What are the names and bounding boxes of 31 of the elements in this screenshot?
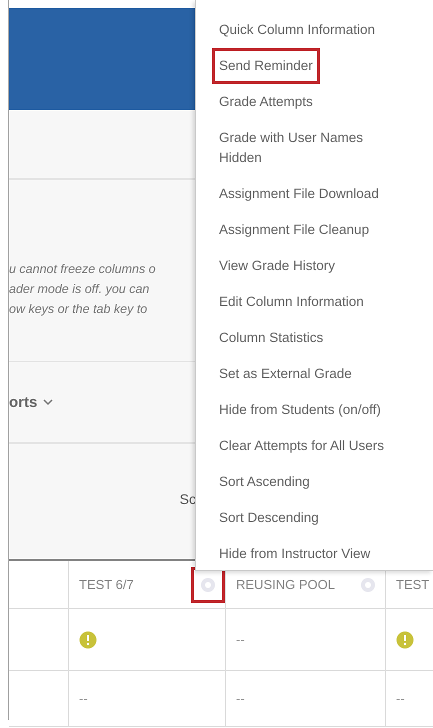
menu-item[interactable]: Send Reminder xyxy=(212,48,320,84)
menu-item[interactable]: Sort Descending xyxy=(212,500,326,536)
gear-icon[interactable] xyxy=(360,576,376,592)
menu-item[interactable]: Hide from Instructor View xyxy=(212,536,378,572)
grade-text: -- xyxy=(236,632,245,647)
chevron-icon[interactable] xyxy=(43,398,54,406)
grade-text: -- xyxy=(396,691,405,706)
grade-text: -- xyxy=(236,691,245,706)
notice-text: ader mode is off. you can xyxy=(9,281,150,298)
menu-item[interactable]: Quick Column Information xyxy=(212,12,382,48)
warning-icon xyxy=(396,630,414,648)
menu-item[interactable]: Edit Column Information xyxy=(212,284,371,320)
menu-item[interactable]: Set as External Grade xyxy=(212,356,359,392)
reports-label[interactable]: orts xyxy=(9,394,38,410)
menu-item[interactable]: Grade Attempts xyxy=(212,84,320,120)
menu-item[interactable]: Hide from Students (on/off) xyxy=(212,392,388,428)
menu-item[interactable]: Column Statistics xyxy=(212,320,330,356)
notice-text: u cannot freeze columns o xyxy=(9,261,157,278)
grade-text: -- xyxy=(79,691,88,706)
menu-item[interactable]: Sort Ascending xyxy=(212,464,317,500)
sort-label: Sc xyxy=(180,490,196,506)
notice-text: ow keys or the tab key to xyxy=(9,301,148,318)
menu-item[interactable]: Grade with User Names Hidden xyxy=(212,120,392,176)
column-heading: TEST 6/7 xyxy=(79,577,134,592)
column-heading: REUSING POOL xyxy=(236,577,335,592)
menu-item[interactable]: View Grade History xyxy=(212,248,342,284)
menu-item[interactable]: Clear Attempts for All Users xyxy=(212,428,392,464)
warning-icon xyxy=(79,630,97,648)
menu-item[interactable]: Assignment File Download xyxy=(212,176,386,212)
menu-item[interactable]: Assignment File Cleanup xyxy=(212,212,376,248)
column-heading: TEST xyxy=(396,577,430,592)
